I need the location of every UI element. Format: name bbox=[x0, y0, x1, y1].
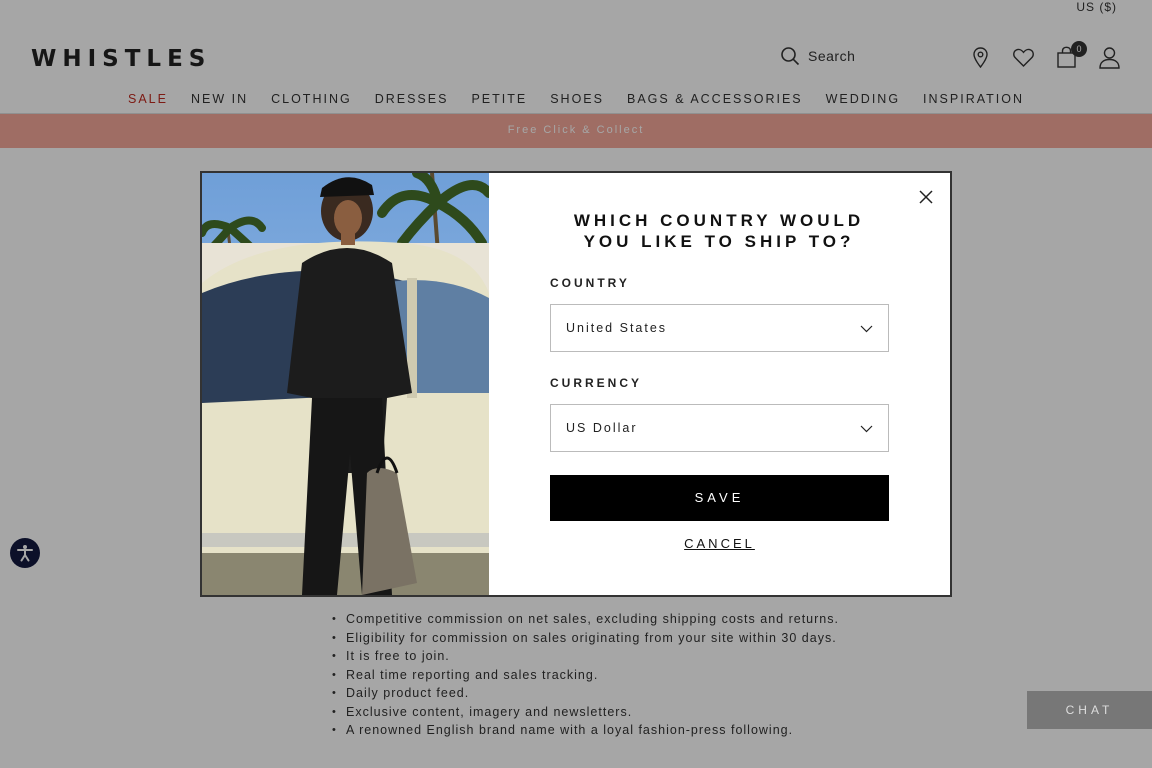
modal-content: WHICH COUNTRY WOULD YOU LIKE TO SHIP TO?… bbox=[489, 173, 950, 595]
country-label: COUNTRY bbox=[550, 276, 630, 290]
country-select[interactable]: United States bbox=[550, 304, 889, 352]
chevron-down-icon bbox=[860, 325, 873, 333]
close-modal-button[interactable] bbox=[916, 187, 936, 207]
ship-to-modal: WHICH COUNTRY WOULD YOU LIKE TO SHIP TO?… bbox=[200, 171, 952, 597]
close-icon bbox=[919, 190, 933, 204]
modal-hero-image bbox=[202, 173, 489, 595]
modal-title: WHICH COUNTRY WOULD YOU LIKE TO SHIP TO? bbox=[573, 211, 865, 251]
save-button[interactable]: SAVE bbox=[550, 475, 889, 521]
chat-button[interactable]: CHAT bbox=[1027, 691, 1152, 729]
currency-select[interactable]: US Dollar bbox=[550, 404, 889, 452]
currency-select-value: US Dollar bbox=[566, 421, 638, 435]
cancel-button[interactable]: CANCEL bbox=[550, 536, 889, 551]
chevron-down-icon bbox=[860, 425, 873, 433]
country-select-value: United States bbox=[566, 321, 668, 335]
currency-label: CURRENCY bbox=[550, 376, 643, 390]
